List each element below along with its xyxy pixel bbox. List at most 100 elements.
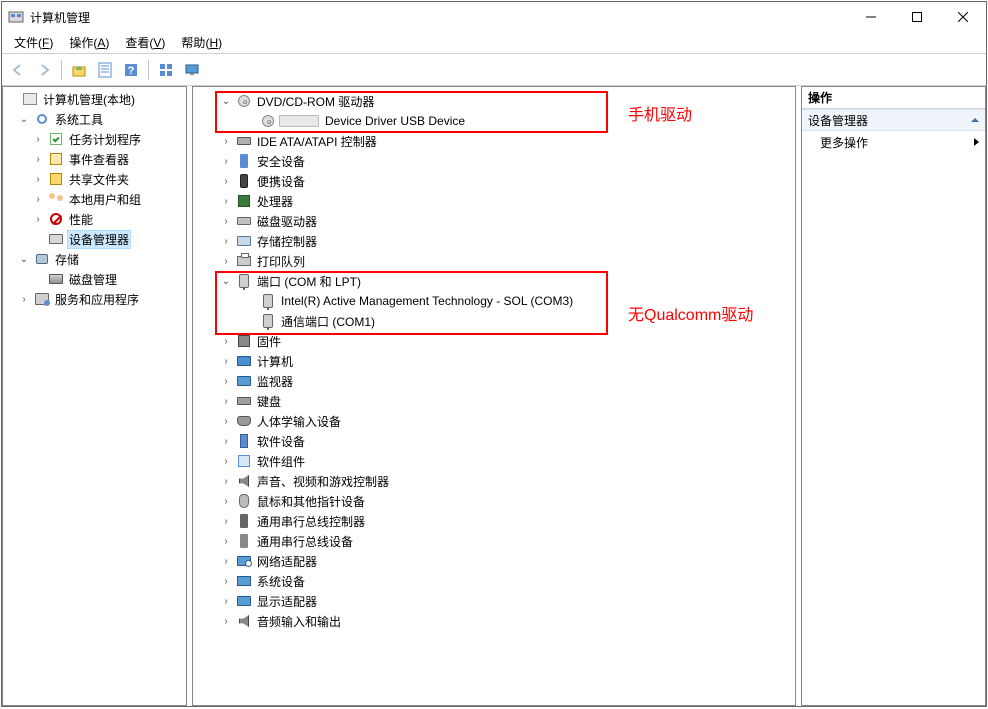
svg-text:?: ? <box>128 65 135 77</box>
tree-shared-folders[interactable]: › 共享文件夹 <box>3 169 186 189</box>
expand-icon[interactable]: › <box>219 474 233 488</box>
back-button[interactable] <box>6 58 30 82</box>
expand-icon[interactable]: › <box>219 134 233 148</box>
dev-network[interactable]: › 网络适配器 <box>197 551 795 571</box>
expand-icon[interactable]: › <box>219 174 233 188</box>
dev-monitor[interactable]: › 监视器 <box>197 371 795 391</box>
tree-event-viewer[interactable]: › 事件查看器 <box>3 149 186 169</box>
gear-icon <box>34 111 50 127</box>
expand-icon[interactable]: › <box>219 334 233 348</box>
expand-icon[interactable]: › <box>219 554 233 568</box>
tree-device-manager[interactable]: 设备管理器 <box>3 229 186 249</box>
tree-root[interactable]: 计算机管理(本地) <box>3 89 186 109</box>
expand-icon[interactable]: › <box>219 194 233 208</box>
ide-icon <box>236 133 252 149</box>
expand-icon[interactable]: › <box>219 594 233 608</box>
expand-icon[interactable]: › <box>219 354 233 368</box>
dev-printq[interactable]: › 打印队列 <box>197 251 795 271</box>
forward-button[interactable] <box>32 58 56 82</box>
properties-button[interactable] <box>93 58 117 82</box>
view-icons-button[interactable] <box>154 58 178 82</box>
tree-local-users[interactable]: › 本地用户和组 <box>3 189 186 209</box>
actions-context[interactable]: 设备管理器 <box>802 109 985 131</box>
maximize-button[interactable] <box>894 2 940 32</box>
expand-icon[interactable]: › <box>219 574 233 588</box>
expand-icon[interactable]: › <box>219 614 233 628</box>
perf-icon <box>48 211 64 227</box>
expand-icon[interactable]: › <box>219 434 233 448</box>
menubar: 文件(F) 操作(A) 查看(V) 帮助(H) <box>2 32 986 54</box>
dev-ports[interactable]: ⌄ 端口 (COM 和 LPT) <box>197 271 795 291</box>
expand-icon[interactable]: › <box>219 534 233 548</box>
expand-icon[interactable]: › <box>219 154 233 168</box>
tree-system-tools[interactable]: ⌄ 系统工具 <box>3 109 186 129</box>
expand-icon[interactable]: › <box>219 234 233 248</box>
menu-view[interactable]: 查看(V) <box>117 32 173 53</box>
dev-sw-comp[interactable]: › 软件组件 <box>197 451 795 471</box>
dev-portable[interactable]: › 便携设备 <box>197 171 795 191</box>
dev-firmware[interactable]: › 固件 <box>197 331 795 351</box>
dev-usb-device[interactable]: Device Driver USB Device <box>197 111 795 131</box>
tree-disk-mgmt[interactable]: 磁盘管理 <box>3 269 186 289</box>
up-button[interactable] <box>67 58 91 82</box>
dev-usbdev[interactable]: › 通用串行总线设备 <box>197 531 795 551</box>
expand-icon[interactable]: › <box>219 454 233 468</box>
dev-hid[interactable]: › 人体学输入设备 <box>197 411 795 431</box>
right-pane: 操作 设备管理器 更多操作 <box>801 86 986 706</box>
collapse-icon[interactable]: ⌄ <box>219 94 233 108</box>
menu-help[interactable]: 帮助(H) <box>173 32 230 53</box>
dev-display[interactable]: › 显示适配器 <box>197 591 795 611</box>
menu-action[interactable]: 操作(A) <box>61 32 117 53</box>
tree-performance[interactable]: › 性能 <box>3 209 186 229</box>
dev-usbctrl[interactable]: › 通用串行总线控制器 <box>197 511 795 531</box>
expand-icon[interactable]: › <box>219 414 233 428</box>
dev-storagectrl[interactable]: › 存储控制器 <box>197 231 795 251</box>
devmgr-icon <box>48 231 64 247</box>
tree-task-scheduler[interactable]: › 任务计划程序 <box>3 129 186 149</box>
expand-icon[interactable]: › <box>31 192 45 206</box>
expand-icon[interactable]: › <box>31 132 45 146</box>
dev-dvd-cd[interactable]: ⌄ DVD/CD-ROM 驱动器 <box>197 91 795 111</box>
expand-icon[interactable]: › <box>219 374 233 388</box>
monitor-button[interactable] <box>180 58 204 82</box>
expand-icon[interactable]: › <box>31 172 45 186</box>
dev-audioio[interactable]: › 音频输入和输出 <box>197 611 795 631</box>
collapse-icon[interactable]: ⌄ <box>17 252 31 266</box>
dev-security[interactable]: › 安全设备 <box>197 151 795 171</box>
dev-keyboard[interactable]: › 键盘 <box>197 391 795 411</box>
dev-ide[interactable]: › IDE ATA/ATAPI 控制器 <box>197 131 795 151</box>
expand-icon[interactable]: › <box>219 214 233 228</box>
dev-sw-device[interactable]: › 软件设备 <box>197 431 795 451</box>
collapse-icon[interactable]: ⌄ <box>17 112 31 126</box>
window-title: 计算机管理 <box>30 9 848 26</box>
dev-sound[interactable]: › 声音、视频和游戏控制器 <box>197 471 795 491</box>
expand-icon[interactable]: › <box>31 152 45 166</box>
dev-port-com1[interactable]: 通信端口 (COM1) <box>197 311 795 331</box>
dev-system[interactable]: › 系统设备 <box>197 571 795 591</box>
help-button[interactable]: ? <box>119 58 143 82</box>
actions-more[interactable]: 更多操作 <box>802 131 985 153</box>
tree-storage[interactable]: ⌄ 存储 <box>3 249 186 269</box>
expand-icon[interactable]: › <box>219 514 233 528</box>
tree-services-apps[interactable]: › 服务和应用程序 <box>3 289 186 309</box>
expand-icon[interactable]: › <box>31 212 45 226</box>
dev-mouse[interactable]: › 鼠标和其他指针设备 <box>197 491 795 511</box>
expand-icon[interactable]: › <box>219 494 233 508</box>
dev-port-sol[interactable]: Intel(R) Active Management Technology - … <box>197 291 795 311</box>
audio-icon <box>236 473 252 489</box>
dev-computer[interactable]: › 计算机 <box>197 351 795 371</box>
expand-icon[interactable]: › <box>219 394 233 408</box>
expand-icon[interactable]: › <box>219 254 233 268</box>
firmware-icon <box>236 333 252 349</box>
expand-icon[interactable]: › <box>17 292 31 306</box>
menu-file[interactable]: 文件(F) <box>6 32 61 53</box>
toolbar-sep <box>61 60 62 80</box>
port-icon <box>236 273 252 289</box>
close-button[interactable] <box>940 2 986 32</box>
minimize-button[interactable] <box>848 2 894 32</box>
collapse-icon[interactable]: ⌄ <box>219 274 233 288</box>
hid-icon <box>236 413 252 429</box>
window-root: 计算机管理 文件(F) 操作(A) 查看(V) 帮助(H) ? <box>1 1 987 707</box>
dev-cpu[interactable]: › 处理器 <box>197 191 795 211</box>
dev-diskdrive[interactable]: › 磁盘驱动器 <box>197 211 795 231</box>
